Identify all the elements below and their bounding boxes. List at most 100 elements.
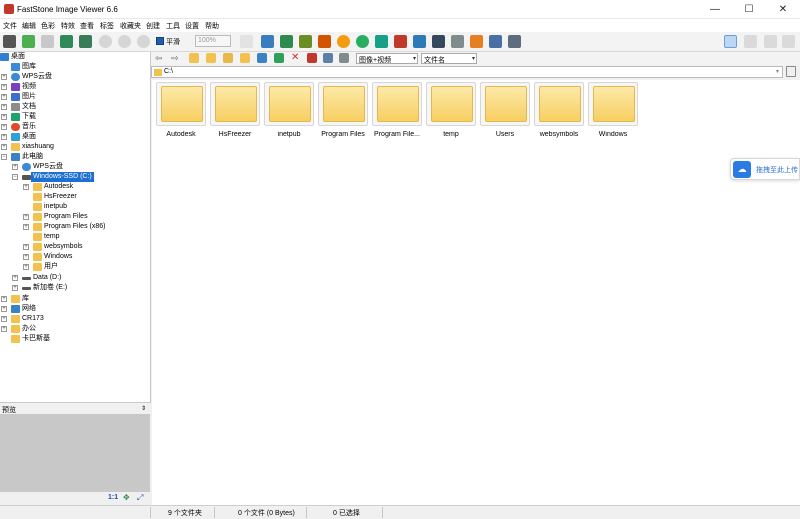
menu-create[interactable]: 创建 <box>146 21 160 31</box>
tree-item-library[interactable]: + 库 <box>0 294 150 304</box>
move-icon[interactable]: ✥ <box>123 493 130 502</box>
collapse-icon[interactable]: − <box>12 174 18 180</box>
expand-icon[interactable]: + <box>23 254 29 260</box>
histogram-icon[interactable] <box>413 35 426 48</box>
tree-item-inetpub[interactable]: inetpub <box>0 202 150 212</box>
expand-icon[interactable]: + <box>23 224 29 230</box>
wps-upload-tab[interactable]: ☁ 拖拽至此上传 <box>730 158 800 180</box>
menu-effects[interactable]: 特效 <box>61 21 75 31</box>
list-view-icon[interactable] <box>323 53 333 63</box>
tree-item-drive-e[interactable]: + 新加卷 (E:) <box>0 283 150 293</box>
tree-item-program-files[interactable]: + Program Files <box>0 212 150 222</box>
tree-item-websymbols[interactable]: + websymbols <box>0 242 150 252</box>
email-icon[interactable] <box>489 35 502 48</box>
menu-favorites[interactable]: 收藏夹 <box>120 21 141 31</box>
tree-item-gallery[interactable]: 图库 <box>0 62 150 72</box>
thumbnail-item[interactable]: websymbols <box>533 82 585 140</box>
expand-icon[interactable]: + <box>12 275 18 281</box>
thumbnail-item[interactable]: Program Files <box>317 82 369 140</box>
compare-icon[interactable] <box>432 35 445 48</box>
tree-item-drive-c[interactable]: − Windows-SSD (C:) <box>0 172 150 182</box>
parent-folder-icon[interactable] <box>189 53 199 63</box>
delete-icon[interactable]: ✕ <box>291 52 299 63</box>
print-icon[interactable] <box>79 35 92 48</box>
tree-item-xiashuang[interactable]: + xiashuang <box>0 142 150 152</box>
refresh-icon[interactable] <box>274 53 284 63</box>
draw-icon[interactable] <box>451 35 464 48</box>
expand-icon[interactable]: + <box>1 134 7 140</box>
resize-icon[interactable] <box>299 35 312 48</box>
tree-item-cr173[interactable]: + CR173 <box>0 314 150 324</box>
fullscreen-icon[interactable] <box>782 35 795 48</box>
menu-file[interactable]: 文件 <box>3 21 17 31</box>
menu-tools[interactable]: 工具 <box>166 21 180 31</box>
tree-item-office[interactable]: + 办公 <box>0 324 150 334</box>
expand-icon[interactable]: + <box>1 316 7 322</box>
filter-select[interactable]: 图像+视频 ▾ <box>356 53 418 64</box>
tree-item-autodesk[interactable]: + Autodesk <box>0 182 150 192</box>
expand-icon[interactable]: + <box>1 74 7 80</box>
path-bar[interactable]: C:\ ▾ <box>151 66 783 78</box>
menu-edit[interactable]: 编辑 <box>22 21 36 31</box>
folder-tree[interactable]: − 桌面 图库 + WPS云盘 + 视频 + 图片 + 文档 + 下载 + 音乐… <box>0 52 151 402</box>
menu-view[interactable]: 查看 <box>80 21 94 31</box>
tree-item-drive-d[interactable]: + Data (D:) <box>0 273 150 283</box>
expand-icon[interactable]: + <box>1 144 7 150</box>
fit-window-icon[interactable]: ⤢ <box>137 493 143 503</box>
thumbnail-item[interactable]: Windows <box>587 82 639 140</box>
tree-item-desktop[interactable]: + 桌面 <box>0 132 150 142</box>
tree-item-temp[interactable]: temp <box>0 232 150 242</box>
thumbnail-item[interactable]: temp <box>425 82 477 140</box>
trash-icon[interactable] <box>786 66 796 77</box>
tree-item-downloads[interactable]: + 下载 <box>0 112 150 122</box>
preview-toggle-icon[interactable]: ⇕ <box>141 405 146 412</box>
effects-icon[interactable] <box>318 35 331 48</box>
tree-item-documents[interactable]: + 文档 <box>0 102 150 112</box>
copy-to-icon[interactable] <box>240 53 250 63</box>
thumbnails-view-icon[interactable] <box>307 53 317 63</box>
expand-icon[interactable]: + <box>1 104 7 110</box>
layout-1-icon[interactable] <box>724 35 737 48</box>
expand-icon[interactable]: + <box>12 285 18 291</box>
zoom-out-icon[interactable] <box>118 35 131 48</box>
tree-item-wps-cloud-pc[interactable]: + WPS云盘 <box>0 162 150 172</box>
expand-icon[interactable]: + <box>1 306 7 312</box>
smooth-checkbox[interactable] <box>156 37 164 45</box>
actual-size-button[interactable]: 1:1 <box>108 494 118 501</box>
move-to-icon[interactable] <box>257 53 267 63</box>
menu-settings[interactable]: 设置 <box>185 21 199 31</box>
zoom-input[interactable]: 100% <box>195 35 231 47</box>
tree-item-windows[interactable]: + Windows <box>0 252 150 262</box>
close-button[interactable]: ✕ <box>766 0 800 19</box>
hand-tool-icon[interactable] <box>240 35 253 48</box>
red-eye-icon[interactable] <box>356 35 369 48</box>
expand-icon[interactable]: + <box>23 264 29 270</box>
tree-item-program-files-x86[interactable]: + Program Files (x86) <box>0 222 150 232</box>
rotate-left-icon[interactable] <box>375 35 388 48</box>
forward-icon[interactable]: ⇨ <box>171 53 179 64</box>
expand-icon[interactable]: + <box>1 326 7 332</box>
maximize-button[interactable]: ☐ <box>732 0 766 19</box>
tree-item-hsfreezer[interactable]: HsFreezer <box>0 192 150 202</box>
new-folder-icon[interactable] <box>223 53 233 63</box>
thumbnail-item[interactable]: inetpub <box>263 82 315 140</box>
menu-tags[interactable]: 标签 <box>100 21 114 31</box>
expand-icon[interactable]: + <box>1 94 7 100</box>
tree-item-network[interactable]: + 网络 <box>0 304 150 314</box>
crop-icon[interactable] <box>280 35 293 48</box>
thumbnail-item[interactable]: HsFreezer <box>209 82 261 140</box>
adjust-icon[interactable] <box>337 35 350 48</box>
save-icon[interactable] <box>41 35 54 48</box>
expand-icon[interactable]: + <box>1 84 7 90</box>
rotate-right-icon[interactable] <box>394 35 407 48</box>
layout-2-icon[interactable] <box>744 35 757 48</box>
sort-select[interactable]: 文件名 ▾ <box>421 53 477 64</box>
back-icon[interactable]: ⇦ <box>155 53 163 64</box>
layout-3-icon[interactable] <box>764 35 777 48</box>
expand-icon[interactable]: + <box>12 164 18 170</box>
favorite-folder-icon[interactable] <box>206 53 216 63</box>
expand-icon[interactable]: + <box>1 296 7 302</box>
expand-icon[interactable]: + <box>1 124 7 130</box>
thumbnail-item[interactable]: Autodesk <box>155 82 207 140</box>
save-as-icon[interactable] <box>60 35 73 48</box>
